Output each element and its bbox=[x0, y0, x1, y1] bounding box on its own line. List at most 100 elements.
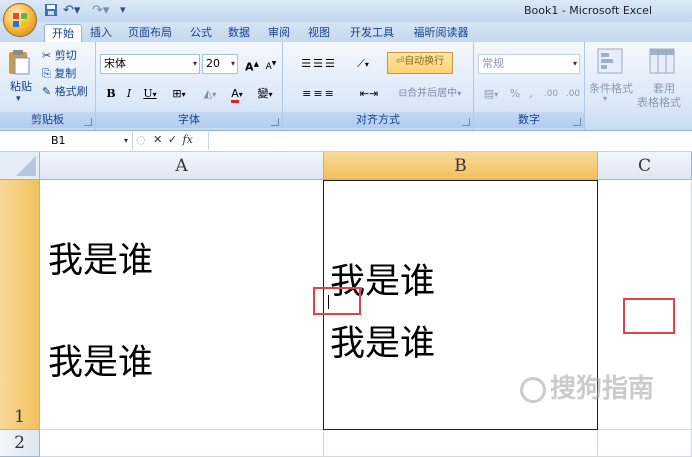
insert-function-button[interactable]: fx bbox=[183, 133, 193, 146]
row-header-1[interactable]: 1 bbox=[0, 180, 40, 430]
phonetic-button[interactable]: 變▾ bbox=[252, 84, 278, 104]
redo-icon[interactable]: ↷▾ bbox=[92, 3, 109, 19]
watermark-logo-icon bbox=[520, 376, 546, 403]
number-group: 常规 ▾ ▤▾ % , .00 .00 数字 bbox=[474, 42, 585, 130]
cell-b2[interactable] bbox=[324, 430, 598, 457]
paste-icon[interactable] bbox=[6, 48, 34, 76]
font-size-select[interactable]: 20 ▾ bbox=[202, 54, 238, 74]
cell-a1-line1: 我是谁 bbox=[48, 241, 154, 281]
alignment-launcher-icon[interactable] bbox=[462, 118, 470, 126]
shrink-font-button[interactable]: A▼ bbox=[261, 54, 281, 74]
font-group-label: 字体 bbox=[96, 112, 282, 128]
enter-check-icon[interactable]: ✓ bbox=[168, 133, 177, 146]
underline-button[interactable]: U▾ bbox=[138, 84, 162, 104]
tab-developer[interactable]: 开发工具 bbox=[344, 24, 400, 42]
wrap-text-button[interactable]: ⏎自动换行 bbox=[387, 52, 453, 74]
tab-review[interactable]: 审阅 bbox=[264, 24, 294, 42]
currency-icon: ▤ bbox=[483, 87, 495, 100]
indent-buttons[interactable]: ⇤⇥ bbox=[351, 84, 387, 104]
table-format-button-line2[interactable]: 表格格式 bbox=[637, 94, 681, 110]
comma-button[interactable]: , bbox=[524, 84, 538, 104]
conditional-format-button[interactable]: 条件格式 bbox=[589, 80, 633, 96]
select-all-corner[interactable] bbox=[0, 152, 40, 180]
formula-input[interactable] bbox=[208, 132, 692, 150]
orientation-icon: ⟋ bbox=[357, 57, 365, 70]
customize-qat-icon[interactable]: ▾ bbox=[120, 3, 126, 19]
increase-decimal-button[interactable]: .00 bbox=[540, 84, 562, 104]
column-header-b[interactable]: B bbox=[324, 152, 598, 180]
vertical-align-buttons[interactable]: ☰☰☰ bbox=[287, 54, 351, 74]
percent-button[interactable]: % bbox=[506, 84, 524, 104]
tab-home[interactable]: 开始 bbox=[44, 24, 82, 43]
chevron-down-icon: ▾ bbox=[192, 59, 197, 68]
italic-button[interactable]: I bbox=[120, 84, 138, 104]
office-logo-icon bbox=[13, 13, 27, 27]
grow-font-button[interactable]: A▲ bbox=[242, 54, 262, 74]
tab-foxit-reader[interactable]: 福昕阅读器 bbox=[408, 24, 474, 42]
currency-button[interactable]: ▤▾ bbox=[478, 84, 504, 104]
align-center-icon: ≡ bbox=[313, 87, 325, 100]
cell-a2[interactable] bbox=[40, 430, 324, 457]
phonetic-label: 變 bbox=[257, 87, 269, 100]
formula-controls: ◌ ✕ ✓ fx bbox=[136, 133, 206, 149]
office-button[interactable] bbox=[3, 3, 37, 37]
annotation-box-cursor bbox=[313, 287, 361, 315]
font-name-value: 宋体 bbox=[104, 57, 126, 70]
watermark: 搜狗指南 bbox=[520, 368, 654, 405]
number-format-select[interactable]: 常规 ▾ bbox=[478, 54, 580, 74]
align-top-icon: ☰ bbox=[301, 57, 314, 70]
undo-icon[interactable]: ↶▾ bbox=[63, 3, 80, 19]
font-name-select[interactable]: 宋体 ▾ bbox=[100, 54, 200, 74]
format-painter-label: 格式刷 bbox=[54, 85, 88, 98]
cell-b1-line2: 我是谁 bbox=[330, 324, 436, 364]
font-launcher-icon[interactable] bbox=[271, 118, 279, 126]
column-header-c[interactable]: C bbox=[598, 152, 692, 180]
name-box[interactable]: B1 ▾ bbox=[0, 132, 133, 150]
align-middle-icon: ☰ bbox=[313, 57, 325, 70]
format-painter-button[interactable]: ✎ 格式刷 bbox=[42, 83, 88, 99]
clipboard-launcher-icon[interactable] bbox=[84, 118, 92, 126]
cell-a1[interactable]: 我是谁 我是谁 bbox=[40, 180, 324, 430]
formula-bar-expand-icon[interactable]: ◌ bbox=[136, 133, 146, 146]
chevron-down-icon: ▾ bbox=[230, 59, 235, 68]
name-box-value: B1 bbox=[51, 134, 66, 147]
clipboard-group: 粘贴 ▾ ✂ 剪切 ⎘ 复制 ✎ 格式刷 剪贴板 bbox=[0, 42, 96, 130]
fill-color-button[interactable]: ◭▾ bbox=[196, 84, 224, 104]
column-header-a[interactable]: A bbox=[40, 152, 324, 180]
cancel-icon[interactable]: ✕ bbox=[153, 133, 162, 146]
cell-c2[interactable] bbox=[598, 430, 692, 457]
chevron-down-icon: ▾ bbox=[181, 90, 186, 99]
paste-dropdown-icon[interactable]: ▾ bbox=[16, 94, 21, 104]
cell-a1-line2: 我是谁 bbox=[48, 343, 154, 383]
copy-button[interactable]: ⎘ 复制 bbox=[42, 65, 76, 81]
decrease-decimal-button[interactable]: .00 bbox=[562, 84, 584, 104]
table-format-icon[interactable] bbox=[649, 48, 675, 74]
paste-button[interactable]: 粘贴 bbox=[10, 78, 32, 94]
cut-label: 剪切 bbox=[54, 49, 77, 62]
number-group-label: 数字 bbox=[474, 112, 584, 128]
save-icon[interactable] bbox=[44, 3, 58, 19]
chevron-down-icon: ▾ bbox=[123, 136, 128, 145]
bold-button[interactable]: B bbox=[102, 84, 120, 104]
chevron-down-icon: ▾ bbox=[212, 90, 217, 99]
font-group: 宋体 ▾ 20 ▾ A▲ A▼ B I U▾ ⊞▾ ◭▾ A▾ 變▾ 字体 bbox=[96, 42, 283, 130]
tab-view[interactable]: 视图 bbox=[304, 24, 334, 42]
borders-button[interactable]: ⊞▾ bbox=[166, 84, 192, 104]
cut-button[interactable]: ✂ 剪切 bbox=[42, 47, 77, 63]
number-format-value: 常规 bbox=[482, 57, 504, 70]
grow-font-label: A bbox=[245, 60, 254, 74]
chevron-down-icon[interactable]: ▾ bbox=[603, 94, 607, 103]
row-header-2[interactable]: 2 bbox=[0, 430, 40, 457]
tab-insert[interactable]: 插入 bbox=[86, 24, 116, 42]
horizontal-align-buttons[interactable]: ≡≡≡ bbox=[287, 84, 351, 104]
number-launcher-icon[interactable] bbox=[573, 118, 581, 126]
conditional-format-icon[interactable] bbox=[597, 48, 623, 74]
tab-page-layout[interactable]: 页面布局 bbox=[122, 24, 178, 42]
tab-formulas[interactable]: 公式 bbox=[186, 24, 216, 42]
merge-center-label: 合并后居中 bbox=[407, 88, 458, 99]
chevron-down-icon: ▾ bbox=[457, 89, 462, 98]
orientation-button[interactable]: ⟋▾ bbox=[351, 54, 375, 74]
tab-data[interactable]: 数据 bbox=[224, 24, 254, 42]
font-color-button[interactable]: A▾ bbox=[224, 84, 250, 104]
merge-center-button[interactable]: ⊟合并后居中▾ bbox=[387, 84, 473, 104]
